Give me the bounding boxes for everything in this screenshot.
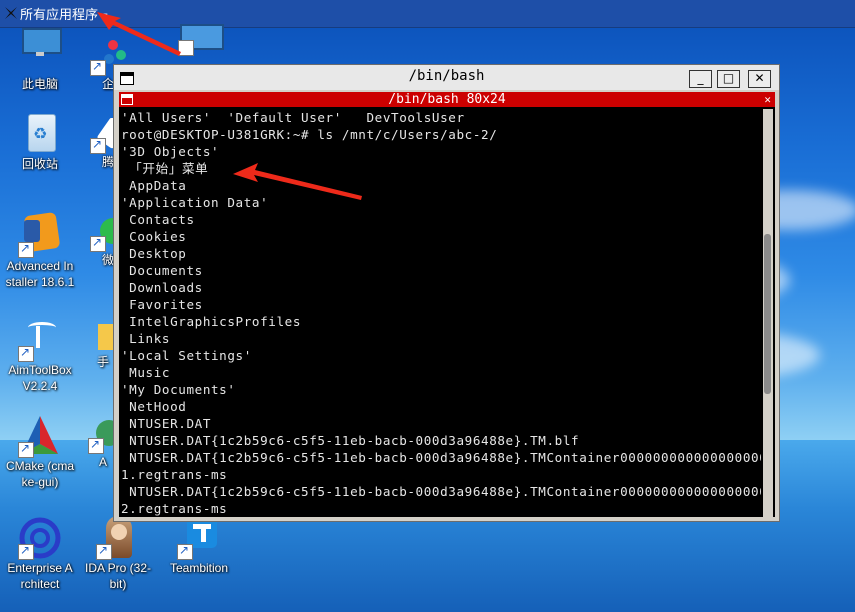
- all-apps-menu[interactable]: 所有应用程序 ≡: [20, 4, 108, 23]
- terminal-close-icon[interactable]: ✕: [764, 92, 771, 107]
- shortcut-arrow-icon: [90, 137, 106, 154]
- terminal-line: Contacts: [121, 212, 195, 227]
- top-menu-bar: 所有应用程序 ≡: [0, 0, 855, 28]
- terminal-line: NetHood: [121, 399, 187, 414]
- terminal-line: NTUSER.DAT{1c2b59c6-c5f5-11eb-bacb-000d3…: [121, 450, 761, 465]
- teambition-icon: [177, 516, 221, 560]
- shortcut-arrow-icon: [177, 543, 193, 560]
- shortcut-arrow-icon: [90, 235, 106, 252]
- maximize-button[interactable]: □: [717, 70, 740, 88]
- terminal-line: 1.regtrans-ms: [121, 467, 228, 482]
- desktop-icon-recycle-bin[interactable]: ♻ 回收站: [3, 112, 77, 172]
- shortcut-arrow-icon: [178, 40, 194, 56]
- label-line: CMake (cma: [5, 459, 74, 473]
- terminal-line: Music: [121, 365, 171, 380]
- label-line: V2.2.4: [22, 379, 58, 393]
- desktop-icon-enterprise-architect[interactable]: Enterprise A rchitect: [3, 516, 77, 592]
- terminal-line: 2.regtrans-ms: [121, 501, 228, 516]
- terminal-line: NTUSER.DAT{1c2b59c6-c5f5-11eb-bacb-000d3…: [121, 433, 580, 448]
- computer-icon: [178, 24, 224, 56]
- terminal-line: 'My Documents': [121, 382, 236, 397]
- terminal-line: 'All Users' 'Default User' DevToolsUser: [121, 110, 465, 125]
- shortcut-arrow-icon: [88, 437, 104, 454]
- terminal-line: Cookies: [121, 229, 187, 244]
- desktop-icon-label: 此电脑: [21, 77, 58, 91]
- terminal-line: Links: [121, 331, 171, 346]
- terminal-line: NTUSER.DAT: [121, 416, 212, 431]
- label-line: bit): [109, 577, 127, 591]
- computer-icon: [18, 28, 62, 76]
- cmake-icon: [18, 414, 62, 458]
- aim-icon: [18, 318, 62, 362]
- terminal-line: Favorites: [121, 297, 203, 312]
- desktop-icon-label: CMake (cma ke-gui): [3, 458, 77, 490]
- all-apps-label: 所有应用程序: [20, 8, 99, 23]
- terminal-line: Desktop: [121, 246, 187, 261]
- desktop-icon-label: AimToolBox V2.2.4: [3, 362, 77, 394]
- terminal-line: root@DESKTOP-U381GRK:~# ls /mnt/c/Users/…: [121, 127, 498, 142]
- desktop-icon-label: 回收站: [21, 157, 58, 171]
- label-line: Enterprise A: [7, 561, 73, 575]
- desktop-icon-teambition[interactable]: Teambition: [162, 516, 236, 576]
- desktop-icon-aimtoolbox[interactable]: AimToolBox V2.2.4: [3, 318, 77, 394]
- desktop-icon-label: IDA Pro (32- bit): [81, 560, 155, 592]
- terminal-pane[interactable]: /bin/bash 80x24 ✕ 'All Users' 'Default U…: [119, 92, 775, 517]
- all-apps-suffix: ≡: [100, 11, 109, 22]
- app-menu-icon[interactable]: [4, 6, 18, 20]
- label-line: Advanced In: [6, 259, 74, 273]
- desktop-icon-label: Advanced In staller 18.6.1: [3, 258, 77, 290]
- shortcut-arrow-icon: [18, 345, 34, 362]
- desktop-icon-advanced-installer[interactable]: Advanced In staller 18.6.1: [3, 211, 77, 290]
- minimize-button[interactable]: _: [689, 70, 712, 88]
- terminal-title: /bin/bash 80x24: [388, 92, 506, 107]
- scrollbar-thumb[interactable]: [764, 234, 771, 394]
- terminal-output[interactable]: 'All Users' 'Default User' DevToolsUser r…: [121, 109, 761, 517]
- terminal-line: IntelGraphicsProfiles: [121, 314, 302, 329]
- shortcut-arrow-icon: [18, 241, 34, 258]
- label-line: rchitect: [20, 577, 60, 591]
- recycle-bin-icon: ♻: [18, 112, 62, 156]
- shortcut-arrow-icon: [18, 543, 34, 560]
- terminal-line: '3D Objects': [121, 144, 220, 159]
- desktop-icon-this-pc[interactable]: 此电脑: [3, 28, 77, 92]
- terminal-line: NTUSER.DAT{1c2b59c6-c5f5-11eb-bacb-000d3…: [121, 484, 761, 499]
- shortcut-arrow-icon: [90, 59, 106, 76]
- close-button[interactable]: ✕: [748, 70, 771, 88]
- window-titlebar[interactable]: /bin/bash _ □ ✕: [114, 65, 779, 90]
- terminal-line: Downloads: [121, 280, 203, 295]
- bash-window[interactable]: /bin/bash _ □ ✕ /bin/bash 80x24 ✕ 'All U…: [113, 64, 780, 522]
- label-line: AimToolBox: [8, 363, 72, 377]
- terminal-titlebar[interactable]: /bin/bash 80x24 ✕: [119, 92, 775, 107]
- shortcut-arrow-icon: [96, 543, 112, 560]
- label-line: IDA Pro (32-: [84, 561, 152, 575]
- enterprise-architect-icon: [18, 516, 62, 560]
- installer-icon: [18, 211, 62, 258]
- label-line: staller 18.6.1: [5, 275, 75, 289]
- terminal-line: 「开始」菜单: [121, 161, 209, 176]
- desktop-icon-label: Teambition: [169, 561, 229, 575]
- terminal-scrollbar[interactable]: [763, 109, 773, 517]
- label-line: ke-gui): [21, 475, 59, 489]
- desktop-icon-cmake[interactable]: CMake (cma ke-gui): [3, 414, 77, 490]
- shortcut-arrow-icon: [18, 441, 34, 458]
- terminal-line: 'Local Settings': [121, 348, 252, 363]
- desktop-icon-label: Enterprise A rchitect: [3, 560, 77, 592]
- terminal-line: AppData: [121, 178, 187, 193]
- terminal-line: 'Application Data': [121, 195, 269, 210]
- desktop-icon-ida-pro[interactable]: IDA Pro (32- bit): [81, 516, 155, 592]
- terminal-menu-icon[interactable]: [121, 94, 133, 105]
- window-title: /bin/bash: [408, 68, 485, 84]
- ida-icon: [96, 516, 140, 560]
- terminal-line: Documents: [121, 263, 203, 278]
